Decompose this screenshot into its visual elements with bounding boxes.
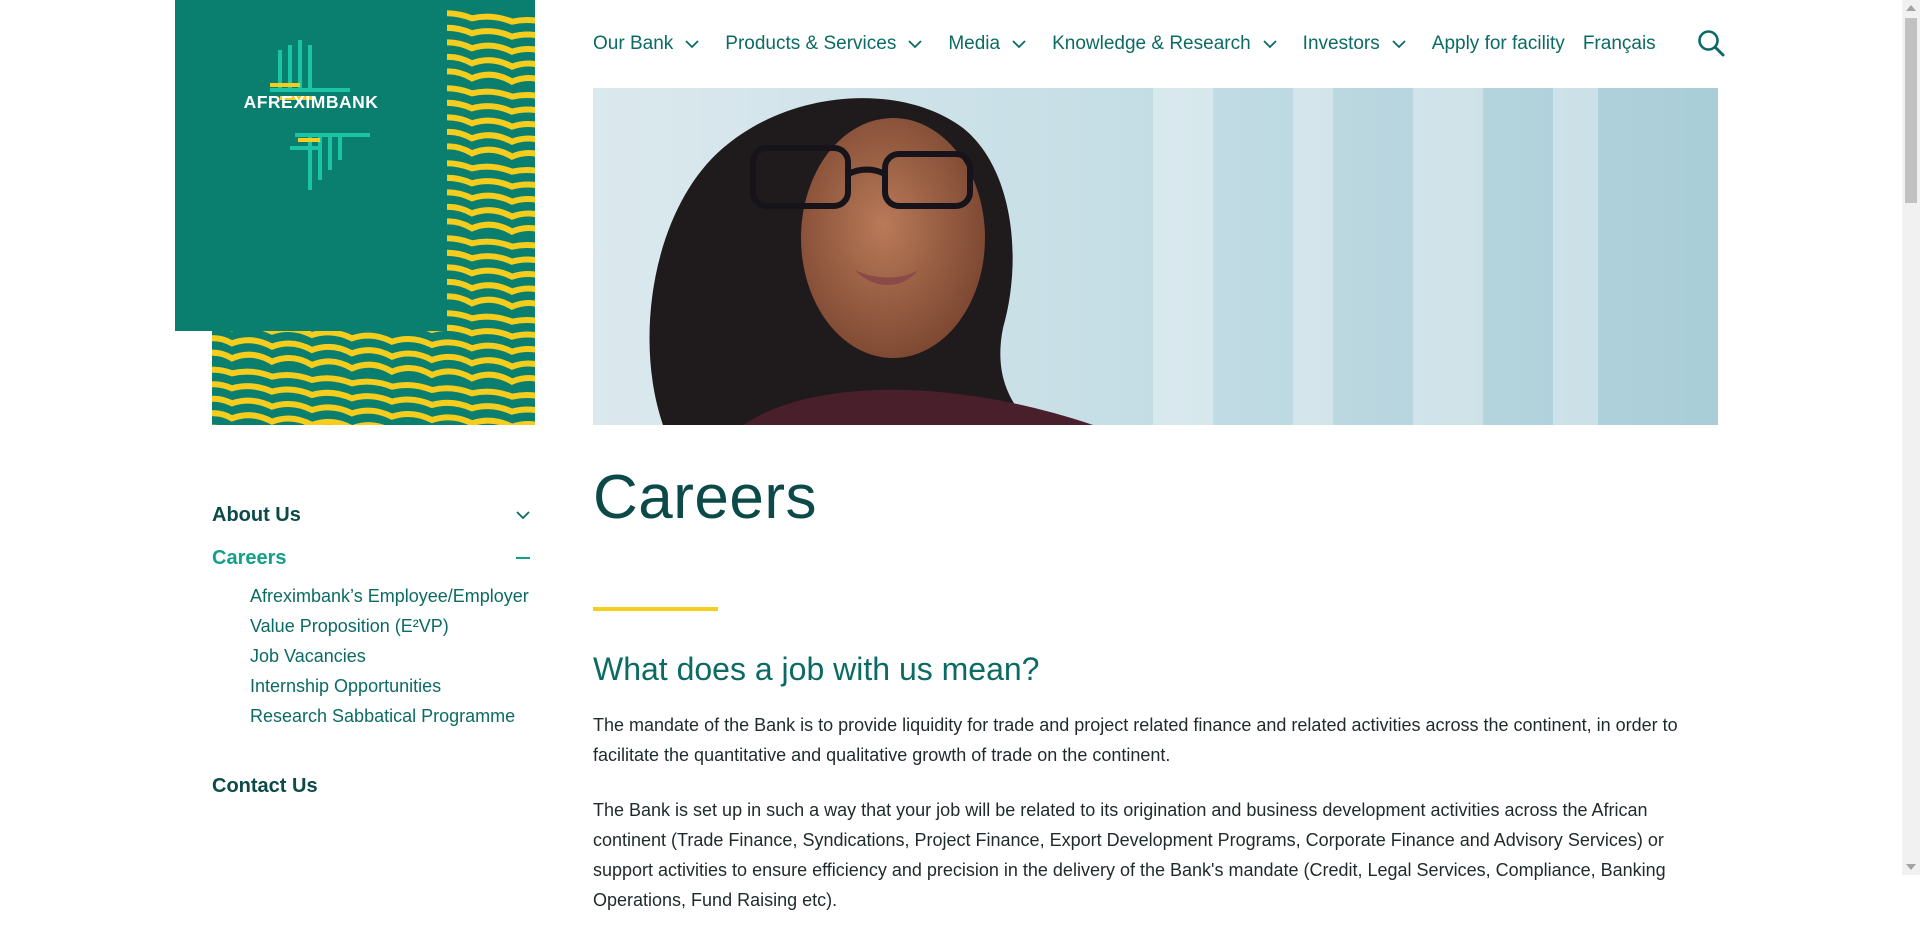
- nav-label: Knowledge & Research: [1052, 33, 1251, 54]
- submenu-item-research-sabbatical[interactable]: Research Sabbatical Programme: [250, 701, 535, 731]
- nav-media[interactable]: Media: [948, 33, 1026, 55]
- sidebar-item-label: About Us: [212, 503, 301, 526]
- scroll-up-arrow-icon[interactable]: [1906, 5, 1916, 11]
- sidebar-item-label: Careers: [212, 546, 287, 569]
- section-heading: What does a job with us mean?: [593, 651, 1040, 687]
- sidebar-item-careers[interactable]: Careers: [212, 543, 535, 573]
- scroll-thumb[interactable]: [1905, 18, 1917, 203]
- page-scrollbar[interactable]: [1902, 0, 1920, 875]
- nav-label: Products & Services: [725, 33, 897, 54]
- sidebar-navigation: About Us Careers Afreximbank’s Employee/…: [212, 500, 535, 801]
- submenu-item-label-line2: Value Proposition (E²VP): [250, 616, 449, 636]
- submenu-item-internship-opportunities[interactable]: Internship Opportunities: [250, 671, 535, 701]
- nav-our-bank[interactable]: Our Bank: [593, 33, 699, 55]
- body-paragraph: The mandate of the Bank is to provide li…: [593, 715, 1678, 765]
- chevron-down-icon: [1392, 40, 1406, 49]
- nav-label: Français: [1582, 33, 1656, 54]
- hero-portrait-illustration: [593, 88, 1718, 425]
- sidebar-item-contact-us[interactable]: Contact Us: [212, 771, 535, 801]
- chevron-down-icon: [1263, 40, 1277, 49]
- submenu-item-e2vp[interactable]: Afreximbank’s Employee/Employer Value Pr…: [250, 581, 535, 641]
- chevron-down-icon: [685, 40, 699, 49]
- minus-icon: [516, 557, 530, 559]
- search-button[interactable]: [1697, 29, 1725, 57]
- main-content: Careers What does a job with us mean? Th…: [593, 455, 1718, 940]
- chevron-down-icon: [1012, 40, 1026, 49]
- logo-panel[interactable]: AFREXIMBANK: [175, 0, 447, 331]
- nav-label: Apply for facility: [1431, 33, 1565, 54]
- logo-wordmark: AFREXIMBANK: [243, 92, 379, 112]
- body-paragraph: The Bank is set up in such a way that yo…: [593, 800, 1666, 910]
- logo-mark-icon: [270, 40, 370, 190]
- nav-investors[interactable]: Investors: [1303, 33, 1406, 55]
- careers-submenu: Afreximbank’s Employee/Employer Value Pr…: [250, 581, 535, 731]
- scroll-down-arrow-icon[interactable]: [1906, 864, 1916, 870]
- chevron-down-icon: [908, 40, 922, 49]
- hero-image: [593, 88, 1718, 425]
- nav-knowledge-research[interactable]: Knowledge & Research: [1052, 33, 1277, 55]
- page-title: Careers: [593, 463, 818, 532]
- sidebar-item-about-us[interactable]: About Us: [212, 500, 535, 530]
- chevron-down-icon: [516, 511, 530, 520]
- nav-label: Investors: [1302, 33, 1380, 54]
- main-navigation: Our Bank Products & Services Media Knowl…: [593, 28, 1674, 60]
- search-icon: [1698, 30, 1725, 57]
- nav-label: Media: [948, 33, 1001, 54]
- submenu-item-label-line1: Afreximbank’s Employee/Employer: [250, 586, 529, 606]
- nav-label: Our Bank: [593, 33, 674, 54]
- sidebar-item-label: Contact Us: [212, 774, 318, 797]
- title-divider: [593, 607, 718, 611]
- nav-apply-for-facility[interactable]: Apply for facility: [1432, 33, 1565, 55]
- submenu-item-job-vacancies[interactable]: Job Vacancies: [250, 641, 535, 671]
- nav-language-francais[interactable]: Français: [1583, 33, 1656, 55]
- nav-products-services[interactable]: Products & Services: [725, 33, 922, 55]
